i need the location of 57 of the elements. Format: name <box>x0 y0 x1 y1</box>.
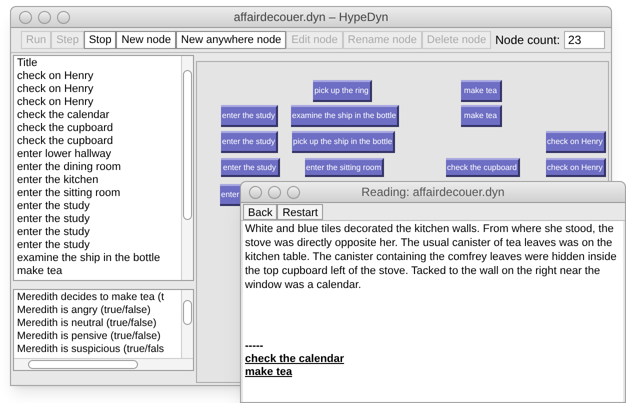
list-item[interactable]: enter the study <box>17 239 178 252</box>
story-node[interactable]: enter the study <box>221 158 280 177</box>
list-item[interactable]: check on Henry <box>17 96 178 109</box>
story-node[interactable]: check the cupboard <box>446 158 520 177</box>
story-node[interactable]: enter <box>220 184 242 206</box>
zoom-button[interactable] <box>57 11 70 24</box>
list-item[interactable]: Meredith is neutral (true/false) <box>17 317 178 330</box>
list-item[interactable]: check on Henry <box>17 70 178 83</box>
story-node[interactable]: pick up the ship in the bottle <box>292 131 396 153</box>
story-node[interactable]: examine the ship in the bottle <box>291 105 400 127</box>
story-link[interactable]: check the calendar <box>245 353 344 366</box>
minimize-button[interactable] <box>268 186 281 199</box>
story-node[interactable]: make tea <box>461 80 502 102</box>
separator-text: ----- <box>245 340 264 353</box>
close-button[interactable] <box>19 11 32 24</box>
story-node[interactable]: check on Henry <box>546 131 606 153</box>
toolbar-button[interactable]: Restart <box>277 204 323 220</box>
list-item[interactable]: enter lower hallway <box>17 148 178 161</box>
toolbar-button[interactable]: Stop <box>84 31 116 49</box>
list-item[interactable]: Meredith is pensive (true/false) <box>17 330 178 343</box>
story-text: White and blue tiles decorated the kitchen walls. From where she stood, the stove was directly opposite her. The usual canister of tea leaves was on the kitchen table. The canister containing the comfrey leaves were hidden inside the top cupboard left of the stove. Tacked to the wall on the right near the window was a calendar. <box>245 222 618 292</box>
window-title: affairdecouer.dyn – HypeDyn <box>234 9 388 26</box>
close-button[interactable] <box>249 186 262 199</box>
list-item[interactable]: enter the study <box>17 213 178 226</box>
list-item[interactable]: Meredith decides to make tea (t <box>17 291 178 304</box>
list-item[interactable]: Meredith is suspicious (true/fals <box>17 343 178 356</box>
zoom-button[interactable] <box>287 186 300 199</box>
list-item[interactable]: Title <box>17 57 178 70</box>
node-count-field[interactable]: 23 <box>564 31 605 49</box>
list-item[interactable]: make tea <box>17 265 178 278</box>
story-node[interactable]: enter the sitting room <box>305 158 384 177</box>
list-item[interactable]: check the cupboard <box>17 122 178 135</box>
list-item[interactable]: enter the study <box>17 200 178 213</box>
toolbar-button[interactable]: New node <box>116 31 176 49</box>
list-item[interactable]: check on Henry <box>17 83 178 96</box>
story-node[interactable]: enter the study <box>221 131 278 153</box>
minimize-button[interactable] <box>38 11 51 24</box>
list-item[interactable]: enter the dining room <box>17 161 178 174</box>
scrollbar[interactable] <box>14 358 193 370</box>
story-node[interactable]: enter the study <box>221 105 278 127</box>
list-item[interactable]: examine the ship in the bottle <box>17 252 178 265</box>
story-node[interactable]: pick up the ring <box>313 80 372 102</box>
toolbar-button[interactable]: New anywhere node <box>176 31 286 49</box>
story-node[interactable]: make tea <box>461 105 502 127</box>
toolbar-button[interactable]: Back <box>243 204 278 220</box>
list-item[interactable]: enter the kitchen <box>17 174 178 187</box>
list-item[interactable]: enter the sitting room <box>17 187 178 200</box>
list-item[interactable]: Meredith is angry (true/false) <box>17 304 178 317</box>
story-node[interactable]: check on Henry <box>546 158 606 177</box>
list-item[interactable]: check the calendar <box>17 109 178 122</box>
scrollbar[interactable] <box>181 56 193 280</box>
list-item[interactable]: check the cupboard <box>17 135 178 148</box>
scrollbar[interactable] <box>181 290 193 358</box>
list-item[interactable]: enter the study <box>17 226 178 239</box>
node-count-label: Node count: <box>495 32 560 49</box>
story-link[interactable]: make tea <box>245 366 292 379</box>
window-title: Reading: affairdecouer.dyn <box>361 184 505 201</box>
